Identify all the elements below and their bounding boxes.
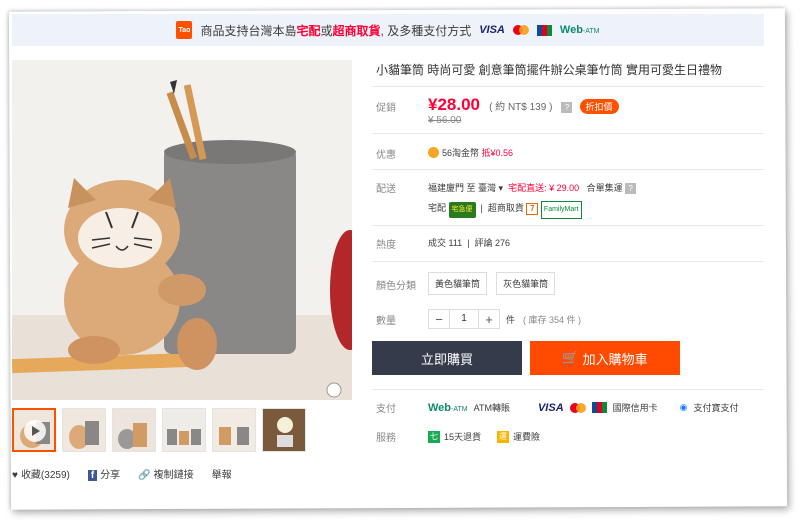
thumbnail-strip bbox=[12, 408, 306, 452]
product-info: 小貓筆筒 時尚可愛 創意筆筒擺件辦公桌筆竹筒 實用可愛生日禮物 促銷 ¥28.0… bbox=[372, 60, 764, 450]
shipping-insurance-icon: 運 bbox=[497, 430, 510, 443]
seven-eleven-icon: 7 bbox=[526, 203, 539, 215]
coin-icon bbox=[428, 147, 439, 158]
action-buttons: 立即購買 🛒 加入購物車 bbox=[372, 341, 764, 375]
familymart-icon: FamilyMart bbox=[540, 201, 582, 219]
payment-row: 支付 Web-ATM ATM轉賬 VISA 國際信用卡 ◉ 支付寶支付 bbox=[376, 401, 739, 416]
return-icon: 七 bbox=[428, 430, 440, 443]
add-to-cart-button[interactable]: 🛒 加入購物車 bbox=[530, 341, 680, 375]
service-row: 服務 七 15天退貨 運 運費險 bbox=[376, 430, 541, 444]
chevron-down-icon[interactable]: ▾ bbox=[496, 183, 506, 193]
quantity-input[interactable]: 1 bbox=[449, 310, 479, 328]
promo-row: 优惠 56淘金幣 抵¥0.56 bbox=[376, 147, 514, 161]
thumbnail-5[interactable] bbox=[212, 408, 256, 452]
alipay-icon: ◉ bbox=[679, 402, 688, 412]
quantity-stepper: − 1 + bbox=[428, 309, 500, 329]
color-row: 顏色分類 黃色貓筆筒 灰色貓筆筒 bbox=[372, 262, 764, 303]
jcb-icon bbox=[591, 402, 607, 413]
heart-icon: ♥ bbox=[12, 470, 18, 481]
original-price: ¥ 56.00 bbox=[428, 115, 462, 126]
webatm-icon: Web-ATM bbox=[559, 24, 600, 36]
qty-row: 數量 − 1 + 件 ( 庫存 354 件 ) bbox=[372, 303, 764, 339]
link-icon: 🔗 bbox=[138, 470, 151, 481]
main-product-image[interactable] bbox=[12, 60, 352, 400]
share-link[interactable]: f 分享 bbox=[87, 466, 120, 481]
cat-pen-holder-photo bbox=[12, 60, 352, 400]
social-actions: ♥ 收藏(3259) f 分享 🔗 複制鏈接 舉報 bbox=[12, 466, 232, 481]
stats-row: 熱度 成交 111 | 評論 276 bbox=[376, 238, 511, 251]
mastercard-icon bbox=[512, 25, 529, 35]
report-link[interactable]: 舉報 bbox=[212, 466, 232, 481]
product-title: 小貓筆筒 時尚可愛 創意筆筒擺件辦公桌筆竹筒 實用可愛生日禮物 bbox=[376, 63, 723, 77]
thumbnail-video[interactable] bbox=[12, 408, 56, 452]
color-option-yellow[interactable]: 黃色貓筆筒 bbox=[428, 272, 488, 295]
color-option-grey[interactable]: 灰色貓筆筒 bbox=[496, 272, 556, 295]
shipping-from[interactable]: 福建廈門 至 臺灣 bbox=[428, 183, 496, 193]
thumbnail-4[interactable] bbox=[162, 408, 206, 452]
help-icon[interactable]: ? bbox=[625, 183, 637, 194]
mastercard-icon bbox=[569, 402, 586, 413]
play-icon bbox=[24, 420, 46, 442]
cart-icon: 🛒 bbox=[562, 350, 579, 365]
thumbnail-6[interactable] bbox=[262, 408, 306, 452]
webatm-icon: Web-ATM bbox=[428, 401, 468, 414]
banner-text: 商品支持台灣本島宅配或超商取貨, 及多種支付方式 bbox=[200, 23, 472, 38]
price-ntd: ( 約 NT$ 139 ) bbox=[489, 102, 553, 113]
thumbnail-2[interactable] bbox=[62, 408, 106, 452]
shipping-row: 配送 福建廈門 至 臺灣 ▾ 宅配直送: ¥ 29.00 合單集運 ? 宅配 宅… bbox=[372, 170, 764, 225]
help-icon[interactable]: ? bbox=[561, 102, 573, 113]
price-row: 促銷 ¥28.00 ( 約 NT$ 139 ) ? 折扣價 ¥ 56.00 bbox=[372, 87, 764, 129]
jcb-icon bbox=[536, 24, 552, 36]
payment-banner: Tao 商品支持台灣本島宅配或超商取貨, 及多種支付方式 VISA Web-AT… bbox=[12, 14, 764, 46]
buy-now-button[interactable]: 立即購買 bbox=[372, 341, 522, 375]
favorite-link[interactable]: ♥ 收藏(3259) bbox=[12, 466, 70, 481]
visa-icon: VISA bbox=[537, 401, 564, 414]
decrease-button[interactable]: − bbox=[429, 312, 449, 327]
copy-link[interactable]: 🔗 複制鏈接 bbox=[138, 466, 193, 481]
discount-badge: 折扣價 bbox=[579, 99, 619, 114]
facebook-icon: f bbox=[87, 470, 98, 481]
black-cat-logo-icon: 宅急便 bbox=[448, 202, 476, 218]
shipping-cost: 宅配直送: ¥ 29.00 bbox=[508, 183, 580, 193]
tmall-logo-icon: Tao bbox=[176, 21, 193, 39]
visa-icon: VISA bbox=[479, 24, 505, 36]
increase-button[interactable]: + bbox=[479, 312, 499, 327]
thumbnail-3[interactable] bbox=[112, 408, 156, 452]
price: ¥28.00 bbox=[428, 95, 480, 114]
